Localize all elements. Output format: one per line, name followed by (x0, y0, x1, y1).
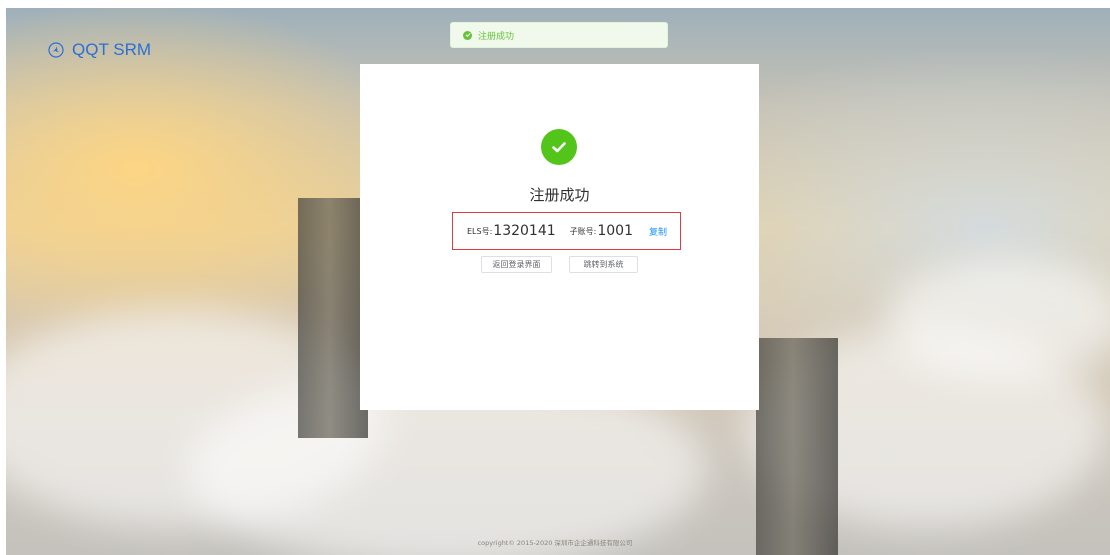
back-to-login-button[interactable]: 返回登录界面 (481, 256, 552, 273)
screen: QQT SRM 注册成功 注册成功 ELS号: 1320141 子账号: 100… (0, 0, 1110, 555)
toast-message: 注册成功 (478, 31, 515, 42)
app-logo-text: QQT SRM (72, 40, 152, 59)
propeller-logo-icon (48, 42, 64, 58)
check-circle-icon (541, 129, 577, 165)
sub-account-label: 子账号: (569, 226, 597, 236)
registration-result-card: 注册成功 ELS号: 1320141 子账号: 1001 复制 返回登录界面 跳… (360, 64, 759, 410)
account-info-box: ELS号: 1320141 子账号: 1001 复制 (452, 212, 681, 250)
els-label: ELS号: (467, 226, 493, 236)
els-value: 1320141 (493, 223, 556, 239)
copyright-footer: copyright© 2015-2020 深圳市企企通科技有限公司 (477, 539, 633, 547)
copy-button[interactable]: 复制 (649, 225, 667, 238)
go-to-system-button[interactable]: 跳转到系统 (569, 256, 638, 273)
result-title: 注册成功 (529, 186, 590, 204)
sub-account-value: 1001 (597, 223, 633, 239)
success-toast: 注册成功 (450, 22, 668, 48)
app-logo[interactable]: QQT SRM (48, 40, 151, 60)
check-circle-icon (463, 30, 472, 40)
action-buttons: 返回登录界面 跳转到系统 (360, 256, 759, 273)
